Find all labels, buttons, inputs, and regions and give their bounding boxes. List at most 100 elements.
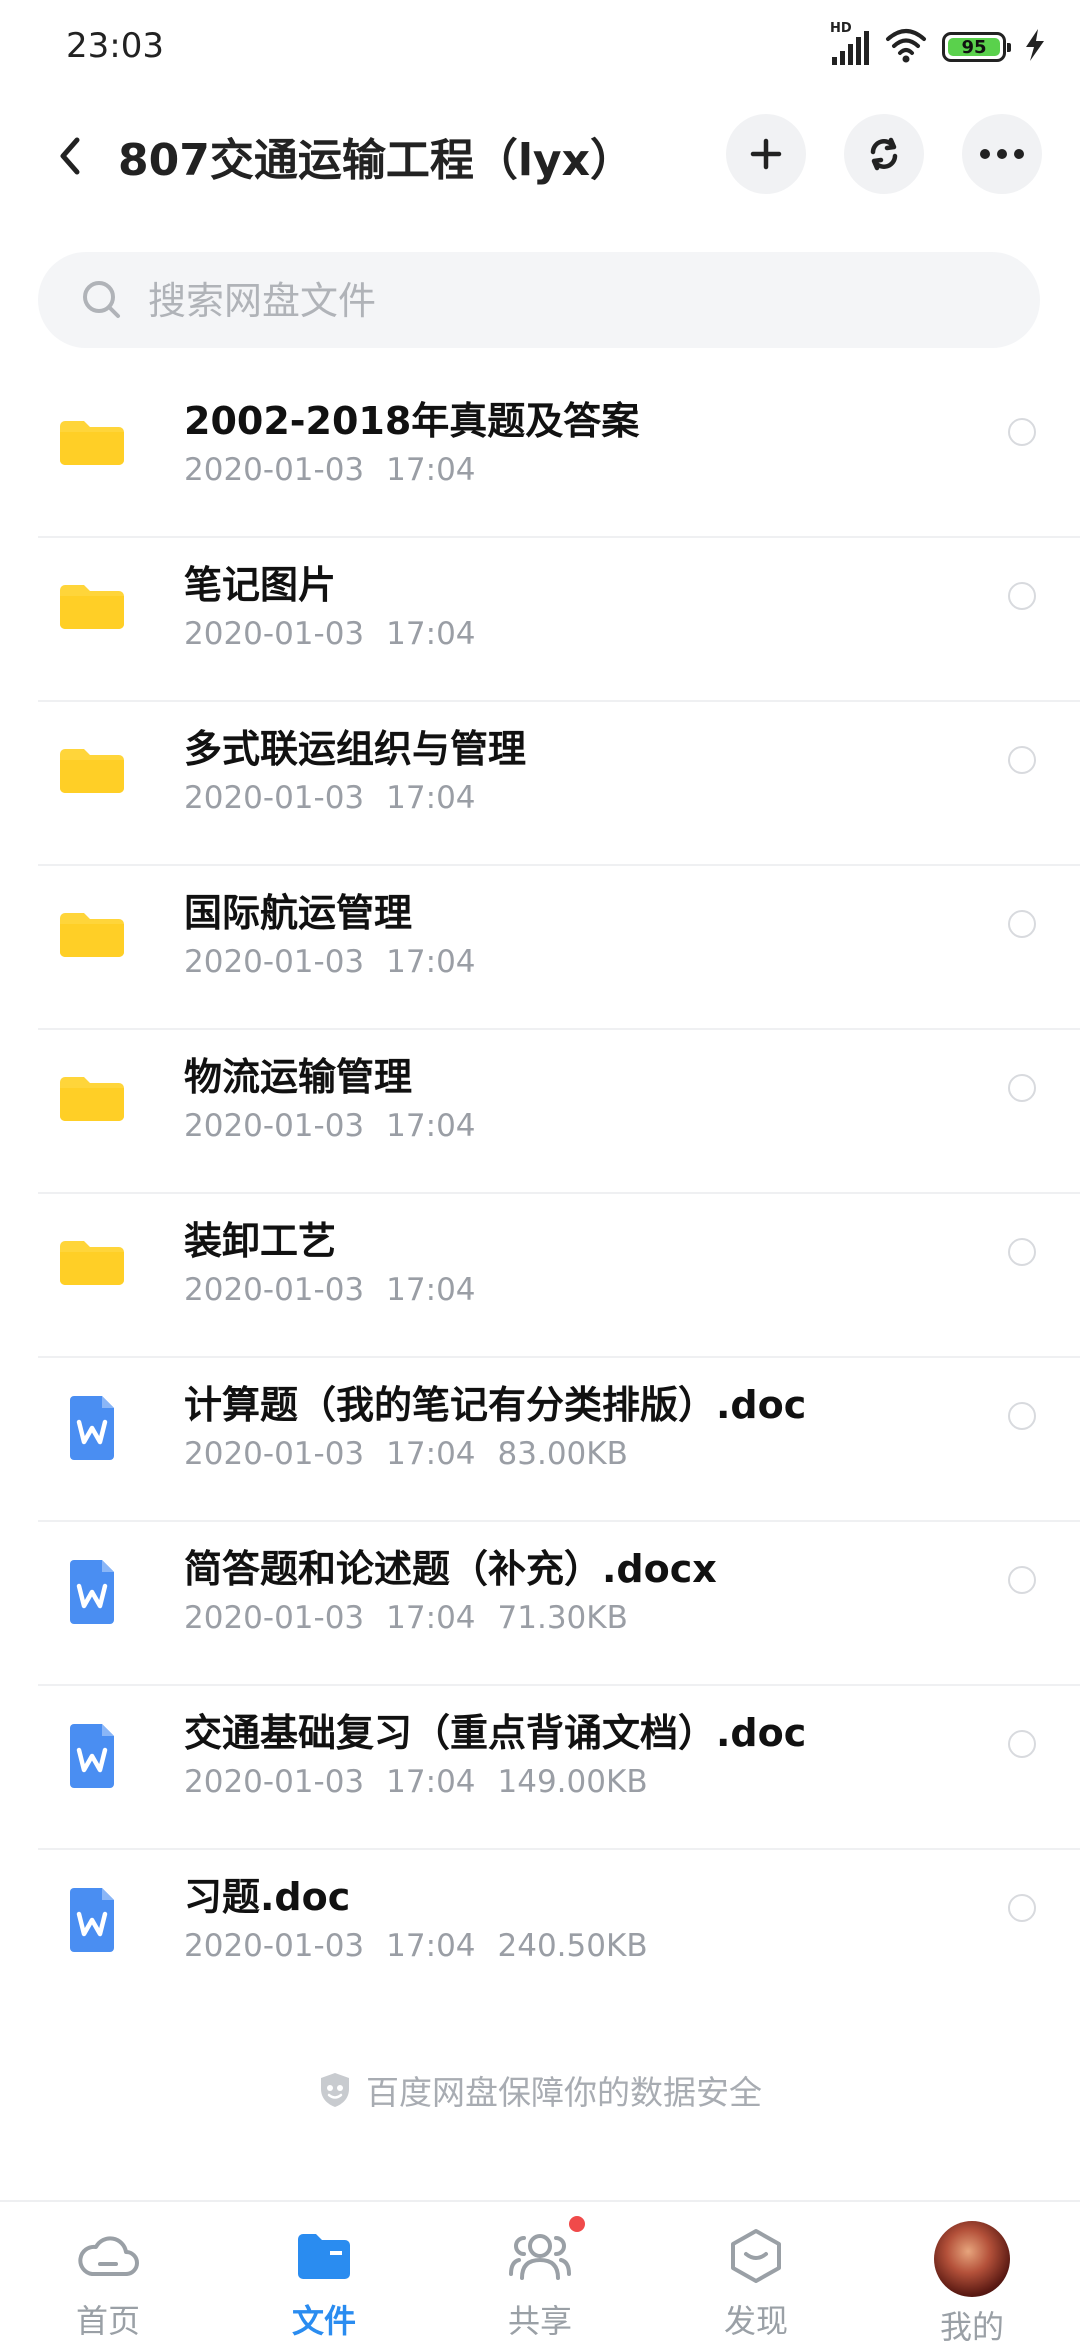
file-name: 交通基础复习（重点背诵文档）.doc (184, 1711, 807, 1755)
file-meta: 2020-01-03 17:04 (184, 780, 498, 816)
refresh-icon (870, 137, 898, 171)
folder-icon (56, 730, 128, 810)
status-icons: HD 95 (830, 21, 1050, 72)
nav-profile[interactable]: 我的 (864, 2202, 1080, 2346)
more-dots-icon (980, 149, 1024, 159)
nav-discover[interactable]: 发现 (648, 2202, 864, 2342)
search-bar[interactable] (38, 252, 1040, 348)
file-row[interactable]: 国际航运管理 2020-01-03 17:04 (0, 866, 1080, 1030)
folder-icon (56, 894, 128, 974)
file-time: 17:04 (386, 452, 476, 488)
search-icon (83, 281, 120, 318)
nav-share[interactable]: 共享 (432, 2202, 648, 2342)
file-date: 2020-01-03 (184, 1600, 365, 1636)
file-date: 2020-01-03 (184, 1108, 365, 1144)
file-time: 17:04 (386, 1436, 476, 1472)
add-button[interactable] (726, 114, 806, 194)
nav-label: 首页 (75, 2302, 140, 2340)
file-size: 83.00KB (497, 1436, 628, 1472)
select-checkbox[interactable] (1008, 418, 1036, 446)
file-name: 简答题和论述题（补充）.docx (184, 1547, 717, 1591)
folder-icon (56, 1058, 128, 1138)
select-checkbox[interactable] (1008, 1566, 1036, 1594)
file-meta: 2020-01-03 17:04 (184, 452, 498, 488)
signal-icon: HD (830, 21, 870, 67)
file-size: 240.50KB (497, 1928, 648, 1964)
select-checkbox[interactable] (1008, 910, 1036, 938)
file-meta: 2020-01-03 17:04 71.30KB (184, 1600, 650, 1636)
select-checkbox[interactable] (1008, 1074, 1036, 1102)
file-name: 计算题（我的笔记有分类排版）.doc (184, 1383, 807, 1427)
status-time: 23:03 (66, 26, 164, 66)
select-checkbox[interactable] (1008, 1402, 1036, 1430)
avatar (934, 2221, 1010, 2297)
file-date: 2020-01-03 (184, 944, 365, 980)
select-checkbox[interactable] (1008, 1238, 1036, 1266)
safety-text: 百度网盘保障你的数据安全 (366, 2073, 762, 2112)
file-time: 17:04 (386, 1600, 476, 1636)
file-row[interactable]: 2002-2018年真题及答案 2020-01-03 17:04 (0, 374, 1080, 538)
file-size: 71.30KB (497, 1600, 628, 1636)
file-name: 2002-2018年真题及答案 (184, 399, 640, 443)
select-checkbox[interactable] (1008, 1894, 1036, 1922)
file-row[interactable]: 物流运输管理 2020-01-03 17:04 (0, 1030, 1080, 1194)
cloud-icon (78, 2236, 139, 2276)
battery-level: 95 (961, 36, 987, 58)
charging-icon (1020, 27, 1050, 67)
file-date: 2020-01-03 (184, 616, 365, 652)
file-name: 装卸工艺 (184, 1219, 337, 1263)
back-button[interactable] (40, 126, 100, 186)
shield-icon (321, 2073, 349, 2107)
file-date: 2020-01-03 (184, 780, 365, 816)
nav-files[interactable]: 文件 (216, 2202, 432, 2342)
file-row[interactable]: 笔记图片 2020-01-03 17:04 (0, 538, 1080, 702)
file-meta: 2020-01-03 17:04 (184, 1272, 498, 1308)
bottom-nav: 首页 文件 共享 发现 我的 (0, 2200, 1080, 2346)
page-title: 807交通运输工程（lyx） (118, 135, 634, 186)
nav-label: 文件 (291, 2302, 356, 2340)
file-name: 笔记图片 (184, 563, 337, 607)
wifi-icon (884, 25, 928, 69)
file-meta: 2020-01-03 17:04 83.00KB (184, 1436, 650, 1472)
safety-note: 百度网盘保障你的数据安全 (0, 2066, 1080, 2114)
file-row[interactable]: 简答题和论述题（补充）.docx 2020-01-03 17:04 71.30KB (0, 1522, 1080, 1686)
file-time: 17:04 (386, 616, 476, 652)
file-row[interactable]: 交通基础复习（重点背诵文档）.doc 2020-01-03 17:04 149.00K… (0, 1686, 1080, 1850)
file-row[interactable]: 多式联运组织与管理 2020-01-03 17:04 (0, 702, 1080, 866)
folder-icon (56, 1222, 128, 1302)
folder-icon (298, 2234, 350, 2279)
file-date: 2020-01-03 (184, 1436, 365, 1472)
battery-icon: 95 (942, 32, 1011, 62)
file-size: 149.00KB (497, 1764, 648, 1800)
status-bar: 23:03 HD 95 (0, 0, 1080, 96)
file-date: 2020-01-03 (184, 1272, 365, 1308)
folder-icon (56, 566, 128, 646)
file-time: 17:04 (386, 944, 476, 980)
file-meta: 2020-01-03 17:04 (184, 616, 498, 652)
file-name: 物流运输管理 (184, 1055, 413, 1099)
nav-label: 发现 (723, 2302, 788, 2340)
discover-icon (731, 2229, 781, 2283)
file-date: 2020-01-03 (184, 1764, 365, 1800)
word-doc-icon (56, 1714, 128, 1794)
back-arrow-icon (60, 137, 80, 175)
file-date: 2020-01-03 (184, 452, 365, 488)
more-button[interactable] (962, 114, 1042, 194)
plus-icon (750, 138, 782, 170)
file-row[interactable]: 习题.doc 2020-01-03 17:04 240.50KB (0, 1850, 1080, 2014)
file-row[interactable]: 计算题（我的笔记有分类排版）.doc 2020-01-03 17:04 83.00KB (0, 1358, 1080, 1522)
file-time: 17:04 (386, 1108, 476, 1144)
file-meta: 2020-01-03 17:04 149.00KB (184, 1764, 670, 1800)
notification-badge (569, 2216, 585, 2232)
file-time: 17:04 (386, 780, 476, 816)
file-name: 国际航运管理 (184, 891, 413, 935)
select-checkbox[interactable] (1008, 746, 1036, 774)
search-input[interactable] (146, 270, 1010, 332)
file-row[interactable]: 装卸工艺 2020-01-03 17:04 (0, 1194, 1080, 1358)
select-checkbox[interactable] (1008, 1730, 1036, 1758)
sync-button[interactable] (844, 114, 924, 194)
nav-home[interactable]: 首页 (0, 2202, 216, 2342)
select-checkbox[interactable] (1008, 582, 1036, 610)
file-list: 2002-2018年真题及答案 2020-01-03 17:04 笔记图片 2020-0… (0, 374, 1080, 2014)
word-doc-icon (56, 1386, 128, 1466)
